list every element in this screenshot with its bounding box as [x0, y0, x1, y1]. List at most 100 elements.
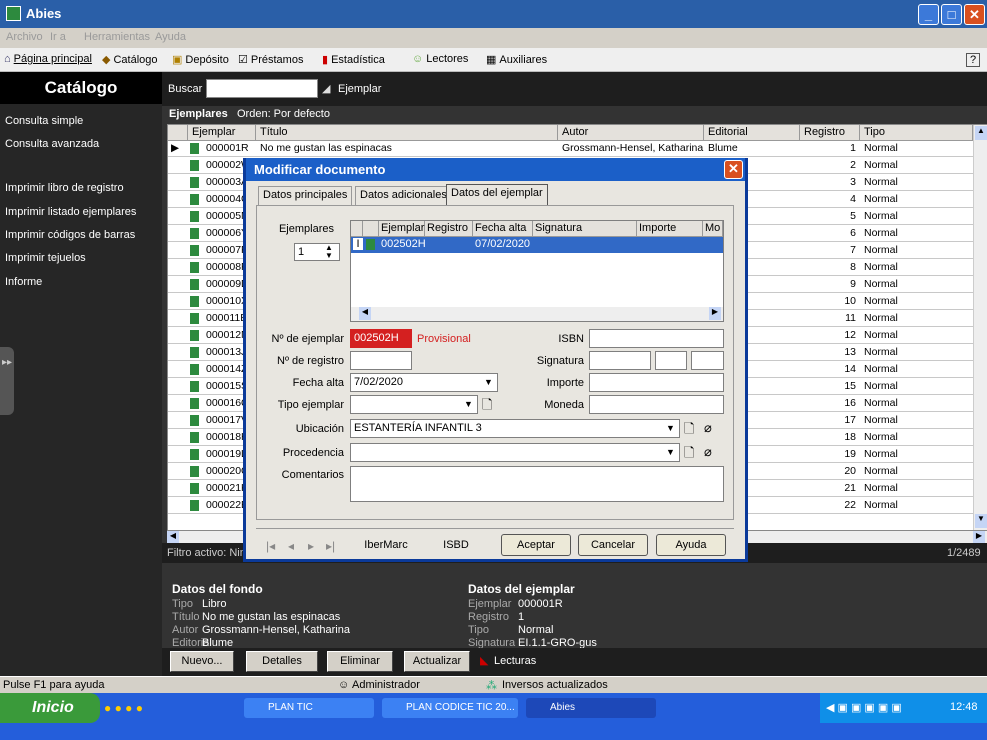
table-row[interactable]: ▶ 000001R No me gustan las espinacas Grossm…	[168, 141, 987, 157]
scroll-left-icon[interactable]: ◀	[359, 307, 371, 320]
search-input[interactable]	[206, 79, 318, 98]
subgrid-col-registro[interactable]: Registro	[425, 221, 473, 237]
subgrid-col-ejemplar[interactable]: Ejemplar	[379, 221, 425, 237]
eraser-icon[interactable]: ⌀	[704, 444, 712, 460]
lecturas-button[interactable]: Lecturas	[494, 655, 536, 667]
procedencia-select[interactable]: ▼	[350, 443, 680, 462]
grid-order[interactable]: Orden: Por defecto	[237, 108, 330, 120]
spinner-arrows-icon[interactable]: ▲ ▼	[325, 244, 333, 260]
sidebar-item-imprimir-listado[interactable]: Imprimir listado ejemplares	[5, 206, 136, 218]
tray-icons[interactable]: ◀ ▣ ▣ ▣ ▣ ▣	[826, 701, 902, 714]
signatura-field-2[interactable]	[655, 351, 687, 370]
isbd-button[interactable]: ISBD	[426, 534, 486, 556]
sidebar-item-imprimir-libro-registro[interactable]: Imprimir libro de registro	[5, 182, 124, 194]
column-header-editorial[interactable]: Editorial	[704, 125, 800, 141]
nav-first-icon[interactable]: |◂	[266, 539, 275, 553]
scroll-right-icon[interactable]: ▶	[709, 307, 721, 320]
task-plan-tic[interactable]: PLAN TIC	[244, 698, 374, 718]
column-header-tipo[interactable]: Tipo	[860, 125, 973, 141]
tipo-ejemplar-select[interactable]: ▼	[350, 395, 478, 414]
num-registro-field[interactable]	[350, 351, 412, 370]
moneda-field[interactable]	[589, 395, 724, 414]
nav-prev-icon[interactable]: ◂	[288, 539, 294, 553]
tab-datos-adicionales[interactable]: Datos adicionales	[355, 186, 452, 205]
start-button[interactable]: Inicio	[0, 693, 100, 723]
home-icon: ⌂	[4, 53, 11, 65]
toolbar-catalogo[interactable]: ◆ Catálogo	[102, 53, 158, 67]
eraser-icon[interactable]: ◢	[322, 82, 330, 95]
column-header-ejemplar[interactable]: Ejemplar	[188, 125, 256, 141]
scroll-down-icon[interactable]: ▼	[975, 514, 987, 528]
task-abies[interactable]: Abies	[526, 698, 656, 718]
detalles-button[interactable]: Detalles	[246, 651, 318, 672]
column-header-registro[interactable]: Registro	[800, 125, 860, 141]
tab-datos-principales[interactable]: Datos principales	[258, 186, 353, 205]
subgrid-col-moneda[interactable]: Mo	[703, 221, 723, 237]
column-header-autor[interactable]: Autor	[558, 125, 704, 141]
sidebar-item-imprimir-codigos[interactable]: Imprimir códigos de barras	[5, 229, 135, 241]
toolbar-auxiliares[interactable]: ▦ Auxiliares	[486, 53, 547, 67]
toolbar-pagina-principal[interactable]: ⌂ Página principal	[4, 53, 92, 65]
eraser-icon[interactable]: ⌀	[704, 420, 712, 436]
subgrid-selected-row[interactable]: I 002502H 07/02/2020	[351, 237, 723, 253]
ejemplares-spinner[interactable]: 1 ▲ ▼	[294, 243, 340, 261]
comentarios-textarea[interactable]	[350, 466, 724, 502]
eliminar-button[interactable]: Eliminar	[327, 651, 393, 672]
new-document-icon[interactable]: 🗋	[482, 396, 492, 418]
sidebar-item-consulta-avanzada[interactable]: Consulta avanzada	[5, 138, 99, 150]
toolbar-estadistica[interactable]: ▮ Estadística	[322, 53, 385, 67]
task-plan-codice[interactable]: PLAN CODICE TIC 20...	[382, 698, 518, 718]
menu-ayuda[interactable]: Ayuda	[155, 31, 186, 43]
fecha-alta-field[interactable]: 7/02/2020 ▼	[350, 373, 498, 392]
subgrid-col-importe[interactable]: Importe	[637, 221, 703, 237]
sidebar-item-imprimir-tejuelos[interactable]: Imprimir tejuelos	[5, 252, 86, 264]
nav-next-icon[interactable]: ▸	[308, 539, 314, 553]
menu-archivo[interactable]: Archivo	[6, 31, 43, 43]
maximize-button[interactable]: □	[941, 4, 962, 25]
subgrid-col-signatura[interactable]: Signatura	[533, 221, 637, 237]
sidebar-item-consulta-simple[interactable]: Consulta simple	[5, 115, 83, 127]
toolbar-prestamos[interactable]: ☑ Préstamos	[238, 53, 303, 67]
cancelar-button[interactable]: Cancelar	[578, 534, 648, 556]
ibermarc-button[interactable]: IberMarc	[352, 534, 420, 556]
importe-field[interactable]	[589, 373, 724, 392]
quicklaunch-icon[interactable]: ● ● ● ●	[104, 701, 143, 715]
menu-ir-a[interactable]: Ir a	[50, 31, 66, 43]
ubicacion-select[interactable]: ESTANTERÍA INFANTIL 3 ▼	[350, 419, 680, 438]
signatura-field-3[interactable]	[691, 351, 724, 370]
scroll-left-icon[interactable]: ◀	[167, 531, 179, 543]
scroll-right-icon[interactable]: ▶	[973, 531, 985, 543]
toolbar-lectores[interactable]: ☺ Lectores	[412, 53, 468, 65]
grid-vertical-scrollbar[interactable]: ▲ ▼	[973, 125, 987, 530]
dropdown-arrow-icon[interactable]: ▼	[461, 397, 476, 412]
help-button[interactable]: ?	[966, 53, 981, 67]
isbn-field[interactable]	[589, 329, 724, 348]
actualizar-button[interactable]: Actualizar	[404, 651, 470, 672]
subgrid-hscrollbar[interactable]: ◀ ▶	[351, 307, 723, 321]
menu-herramientas[interactable]: Herramientas	[84, 31, 150, 43]
minimize-button[interactable]: _	[918, 4, 939, 25]
nav-last-icon[interactable]: ▸|	[326, 539, 335, 553]
signatura-field-1[interactable]	[589, 351, 651, 370]
dropdown-arrow-icon[interactable]: ▼	[663, 421, 678, 436]
close-button[interactable]: ✕	[964, 4, 985, 25]
search-mode[interactable]: Ejemplar	[338, 83, 381, 95]
toolbar-label: Lectores	[426, 53, 469, 65]
dropdown-arrow-icon[interactable]: ▼	[663, 445, 678, 460]
column-header-titulo[interactable]: Título	[256, 125, 558, 141]
cell-tipo: Normal	[864, 465, 898, 477]
ayuda-button[interactable]: Ayuda	[656, 534, 726, 556]
sidebar-collapse-handle[interactable]: ▸▸	[0, 347, 14, 415]
toolbar-deposito[interactable]: ▣ Depósito	[172, 53, 229, 67]
dropdown-arrow-icon[interactable]: ▼	[481, 375, 496, 390]
dialog-close-button[interactable]: ✕	[724, 160, 743, 179]
new-document-icon[interactable]: 🗋	[684, 444, 694, 466]
nuevo-button[interactable]: Nuevo...	[170, 651, 234, 672]
aceptar-button[interactable]: Aceptar	[501, 534, 571, 556]
scroll-up-icon[interactable]: ▲	[975, 126, 987, 140]
sidebar-item-informe[interactable]: Informe	[5, 276, 42, 288]
subgrid-col-fecha-alta[interactable]: Fecha alta	[473, 221, 533, 237]
tab-datos-del-ejemplar[interactable]: Datos del ejemplar	[446, 184, 548, 205]
num-ejemplar-field[interactable]: 002502H	[350, 329, 412, 348]
new-document-icon[interactable]: 🗋	[684, 420, 694, 442]
